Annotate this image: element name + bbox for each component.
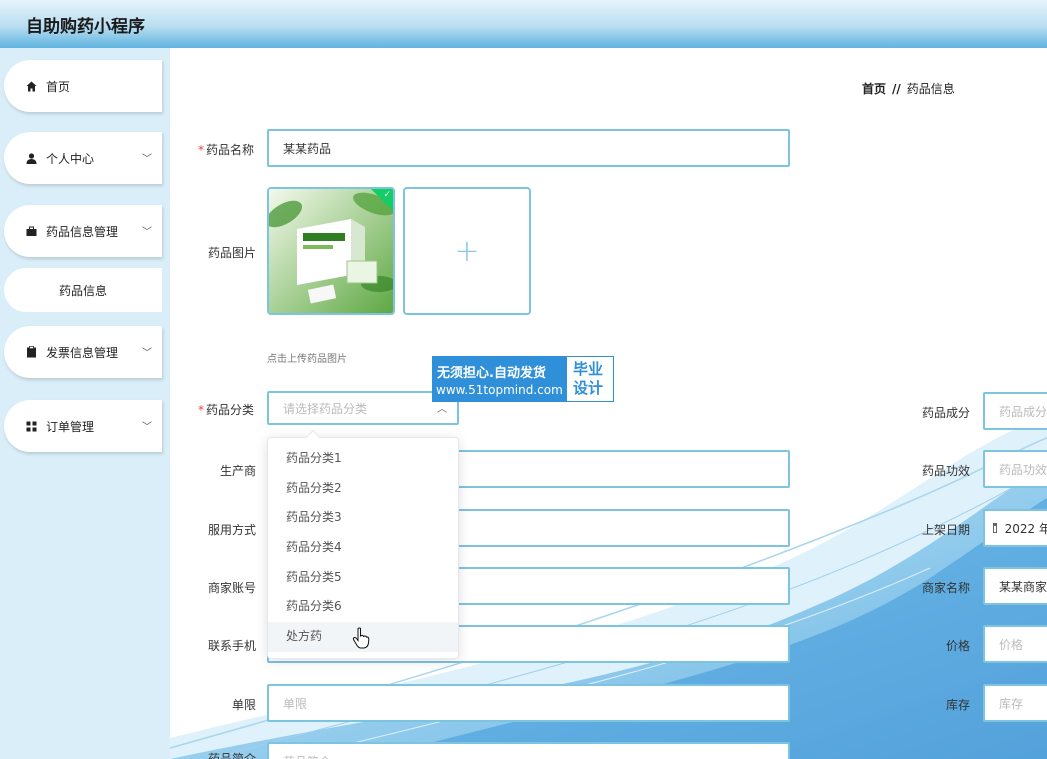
sidebar-item-label: 个人中心 <box>46 151 95 166</box>
intro-input[interactable]: 药品简介 <box>267 742 790 759</box>
category-option[interactable]: 药品分类5 <box>268 563 458 593</box>
manufacturer-label: 生产商 <box>220 464 257 478</box>
limit-input[interactable]: 单限 <box>267 684 790 722</box>
price-input[interactable]: 价格 <box>983 625 1047 663</box>
category-option[interactable]: 药品分类2 <box>268 474 458 504</box>
date-picker[interactable]: 2022 年 <box>983 509 1047 547</box>
effect-input[interactable]: 药品功效 <box>983 450 1047 488</box>
chevron-down-icon: ﹀ <box>142 422 152 433</box>
plus-icon: + <box>454 233 480 269</box>
breadcrumb-home[interactable]: 首页 <box>862 82 886 96</box>
merchant-account-label: 商家账号 <box>208 581 257 595</box>
category-option[interactable]: 药品分类6 <box>268 592 458 622</box>
merchant-name-label: 商家名称 <box>922 581 971 595</box>
briefcase-icon <box>24 224 38 238</box>
intro-label: 药品简介 <box>208 752 257 759</box>
date-label: 上架日期 <box>922 523 971 537</box>
hand-cursor-icon <box>352 627 370 649</box>
stock-input[interactable]: 库存 <box>983 684 1047 722</box>
category-option[interactable]: 药品分类4 <box>268 533 458 563</box>
ingredient-input[interactable]: 药品成分 <box>983 392 1047 430</box>
user-icon <box>24 151 38 165</box>
check-icon: ✓ <box>371 189 393 211</box>
sidebar-item-label: 发票信息管理 <box>46 345 119 360</box>
sidebar-item-order-management[interactable]: 订单管理 ﹀ <box>4 400 162 452</box>
watermark-text-block: 无须担心.自动发货 www.51topmind.com <box>433 357 567 401</box>
breadcrumb-current: 药品信息 <box>906 82 955 96</box>
chevron-down-icon: ﹀ <box>142 348 152 359</box>
calendar-icon <box>993 523 997 533</box>
sidebar-item-invoice-management[interactable]: 发票信息管理 ﹀ <box>4 326 162 378</box>
drug-image-thumbnail[interactable]: ✓ <box>267 187 395 315</box>
category-dropdown: 药品分类1 药品分类2 药品分类3 药品分类4 药品分类5 药品分类6 处方药 <box>267 429 459 659</box>
sidebar-item-profile[interactable]: 个人中心 ﹀ <box>4 132 162 184</box>
category-placeholder: 请选择药品分类 <box>283 401 368 416</box>
sidebar-item-label: 订单管理 <box>46 419 95 434</box>
sidebar: 首页 个人中心 ﹀ 药品信息管理 ﹀ 药品信息 发票信息管理 ﹀ 订单管理 ﹀ <box>0 48 170 759</box>
chevron-down-icon: ﹀ <box>142 154 152 165</box>
clipboard-icon <box>24 345 38 359</box>
app-title: 自助购药小程序 <box>26 17 145 37</box>
drug-image-label: 药品图片 <box>208 246 257 260</box>
ingredient-label: 药品成分 <box>922 406 971 420</box>
stock-label: 库存 <box>946 698 971 712</box>
grid-icon <box>24 419 38 433</box>
limit-label: 单限 <box>232 698 257 712</box>
sidebar-item-label: 首页 <box>46 79 71 94</box>
upload-image-button[interactable]: + <box>403 187 531 315</box>
drug-name-input[interactable]: 某某药品 <box>267 129 790 167</box>
watermark-badge: 毕业 设计 <box>573 360 604 397</box>
chevron-down-icon: ﹀ <box>142 227 152 238</box>
required-mark: * <box>198 143 204 157</box>
usage-label: 服用方式 <box>208 523 257 537</box>
merchant-name-input[interactable]: 某某商家 <box>983 567 1047 605</box>
date-value: 2022 年 <box>1004 521 1047 536</box>
home-icon <box>24 79 38 93</box>
breadcrumb-separator: // <box>892 82 901 96</box>
category-label: * 药品分类 <box>198 403 255 417</box>
phone-label: 联系手机 <box>208 639 257 653</box>
main-content: 首页//药品信息 * 药品名称 某某药品 药品图片 ✓ + 点击上传药品图片 * 药… <box>170 48 1047 759</box>
watermark-line2: www.51topmind.com <box>436 383 563 397</box>
effect-label: 药品功效 <box>922 464 971 478</box>
sidebar-item-drug-management[interactable]: 药品信息管理 ﹀ <box>4 205 162 257</box>
category-option[interactable]: 药品分类1 <box>268 444 458 474</box>
upload-hint: 点击上传药品图片 <box>267 354 347 365</box>
drug-name-label: * 药品名称 <box>198 143 255 157</box>
required-mark: * <box>198 403 204 417</box>
breadcrumb: 首页 // 药品信息 <box>862 80 955 97</box>
sidebar-item-label: 药品信息管理 <box>46 224 119 239</box>
sidebar-item-home[interactable]: 首页 <box>4 60 162 112</box>
chevron-up-icon: ︿ <box>437 404 447 415</box>
price-label: 价格 <box>946 639 971 653</box>
watermark-line1: 无须担心.自动发货 <box>437 366 546 381</box>
submenu-drug-info[interactable]: 药品信息 <box>4 268 162 312</box>
watermark: 无须担心.自动发货 www.51topmind.com 毕业 设计 <box>432 356 614 402</box>
category-select[interactable]: 请选择药品分类 ︿ <box>267 391 459 425</box>
category-option[interactable]: 药品分类3 <box>268 503 458 533</box>
app-header: 自助购药小程序 <box>0 0 1047 48</box>
